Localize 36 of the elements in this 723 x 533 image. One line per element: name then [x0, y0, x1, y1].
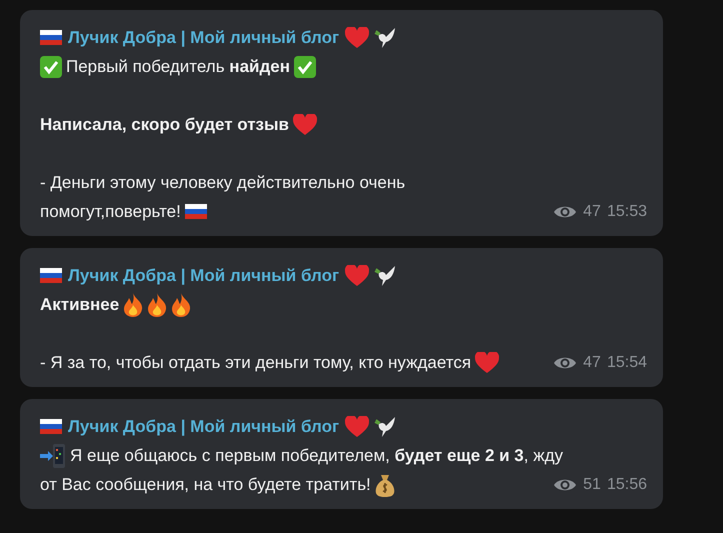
- flag-icon: [40, 30, 62, 45]
- message-time: 15:53: [606, 202, 647, 220]
- message-text: Написала, скоро будет отзыв: [40, 114, 289, 134]
- message-text: Первый победитель найден: [66, 56, 290, 76]
- message-time: 15:54: [606, 354, 647, 372]
- message-time: 15:56: [606, 476, 647, 494]
- heart-icon: [345, 26, 370, 48]
- heart-icon: [292, 114, 317, 136]
- channel-name[interactable]: Лучик Добра | Мой личный блог: [68, 416, 340, 436]
- channel-name[interactable]: Лучик Добра | Мой личный блог: [68, 28, 340, 48]
- dove-icon: [373, 264, 398, 286]
- view-count: 47: [583, 202, 601, 220]
- flag-icon: [40, 419, 62, 434]
- message-text: Я еще общаюсь с первым победителем, будет еще 2 и 3, жду: [70, 446, 564, 466]
- fire-icon: [147, 292, 168, 316]
- heart-icon: [345, 416, 370, 438]
- view-count: 51: [583, 476, 601, 494]
- message-text: - Деньги этому человеку действительно очень: [40, 172, 406, 192]
- message-text: Активнее: [40, 294, 120, 314]
- dove-icon: [373, 26, 398, 48]
- channel-name[interactable]: Лучик Добра | Мой личный блог: [68, 266, 340, 286]
- fire-icon: [171, 292, 192, 316]
- view-count: 47: [583, 354, 601, 372]
- fire-icon: [123, 292, 144, 316]
- message-text: помогут,поверьте!: [40, 202, 181, 222]
- heart-icon: [345, 264, 370, 286]
- message-text: - Я за то, чтобы отдать эти деньги тому, кто нуждается: [40, 352, 472, 372]
- flag-icon: [40, 268, 62, 283]
- check-icon: [40, 56, 62, 78]
- phone-icon: [40, 444, 66, 468]
- money-bag-icon: [374, 472, 395, 496]
- heart-icon: [475, 352, 500, 374]
- flag-icon: [184, 204, 207, 219]
- dove-icon: [373, 416, 398, 438]
- check-icon: [294, 56, 316, 78]
- message-text: от Вас сообщения, на что будете тратить!: [40, 474, 371, 494]
